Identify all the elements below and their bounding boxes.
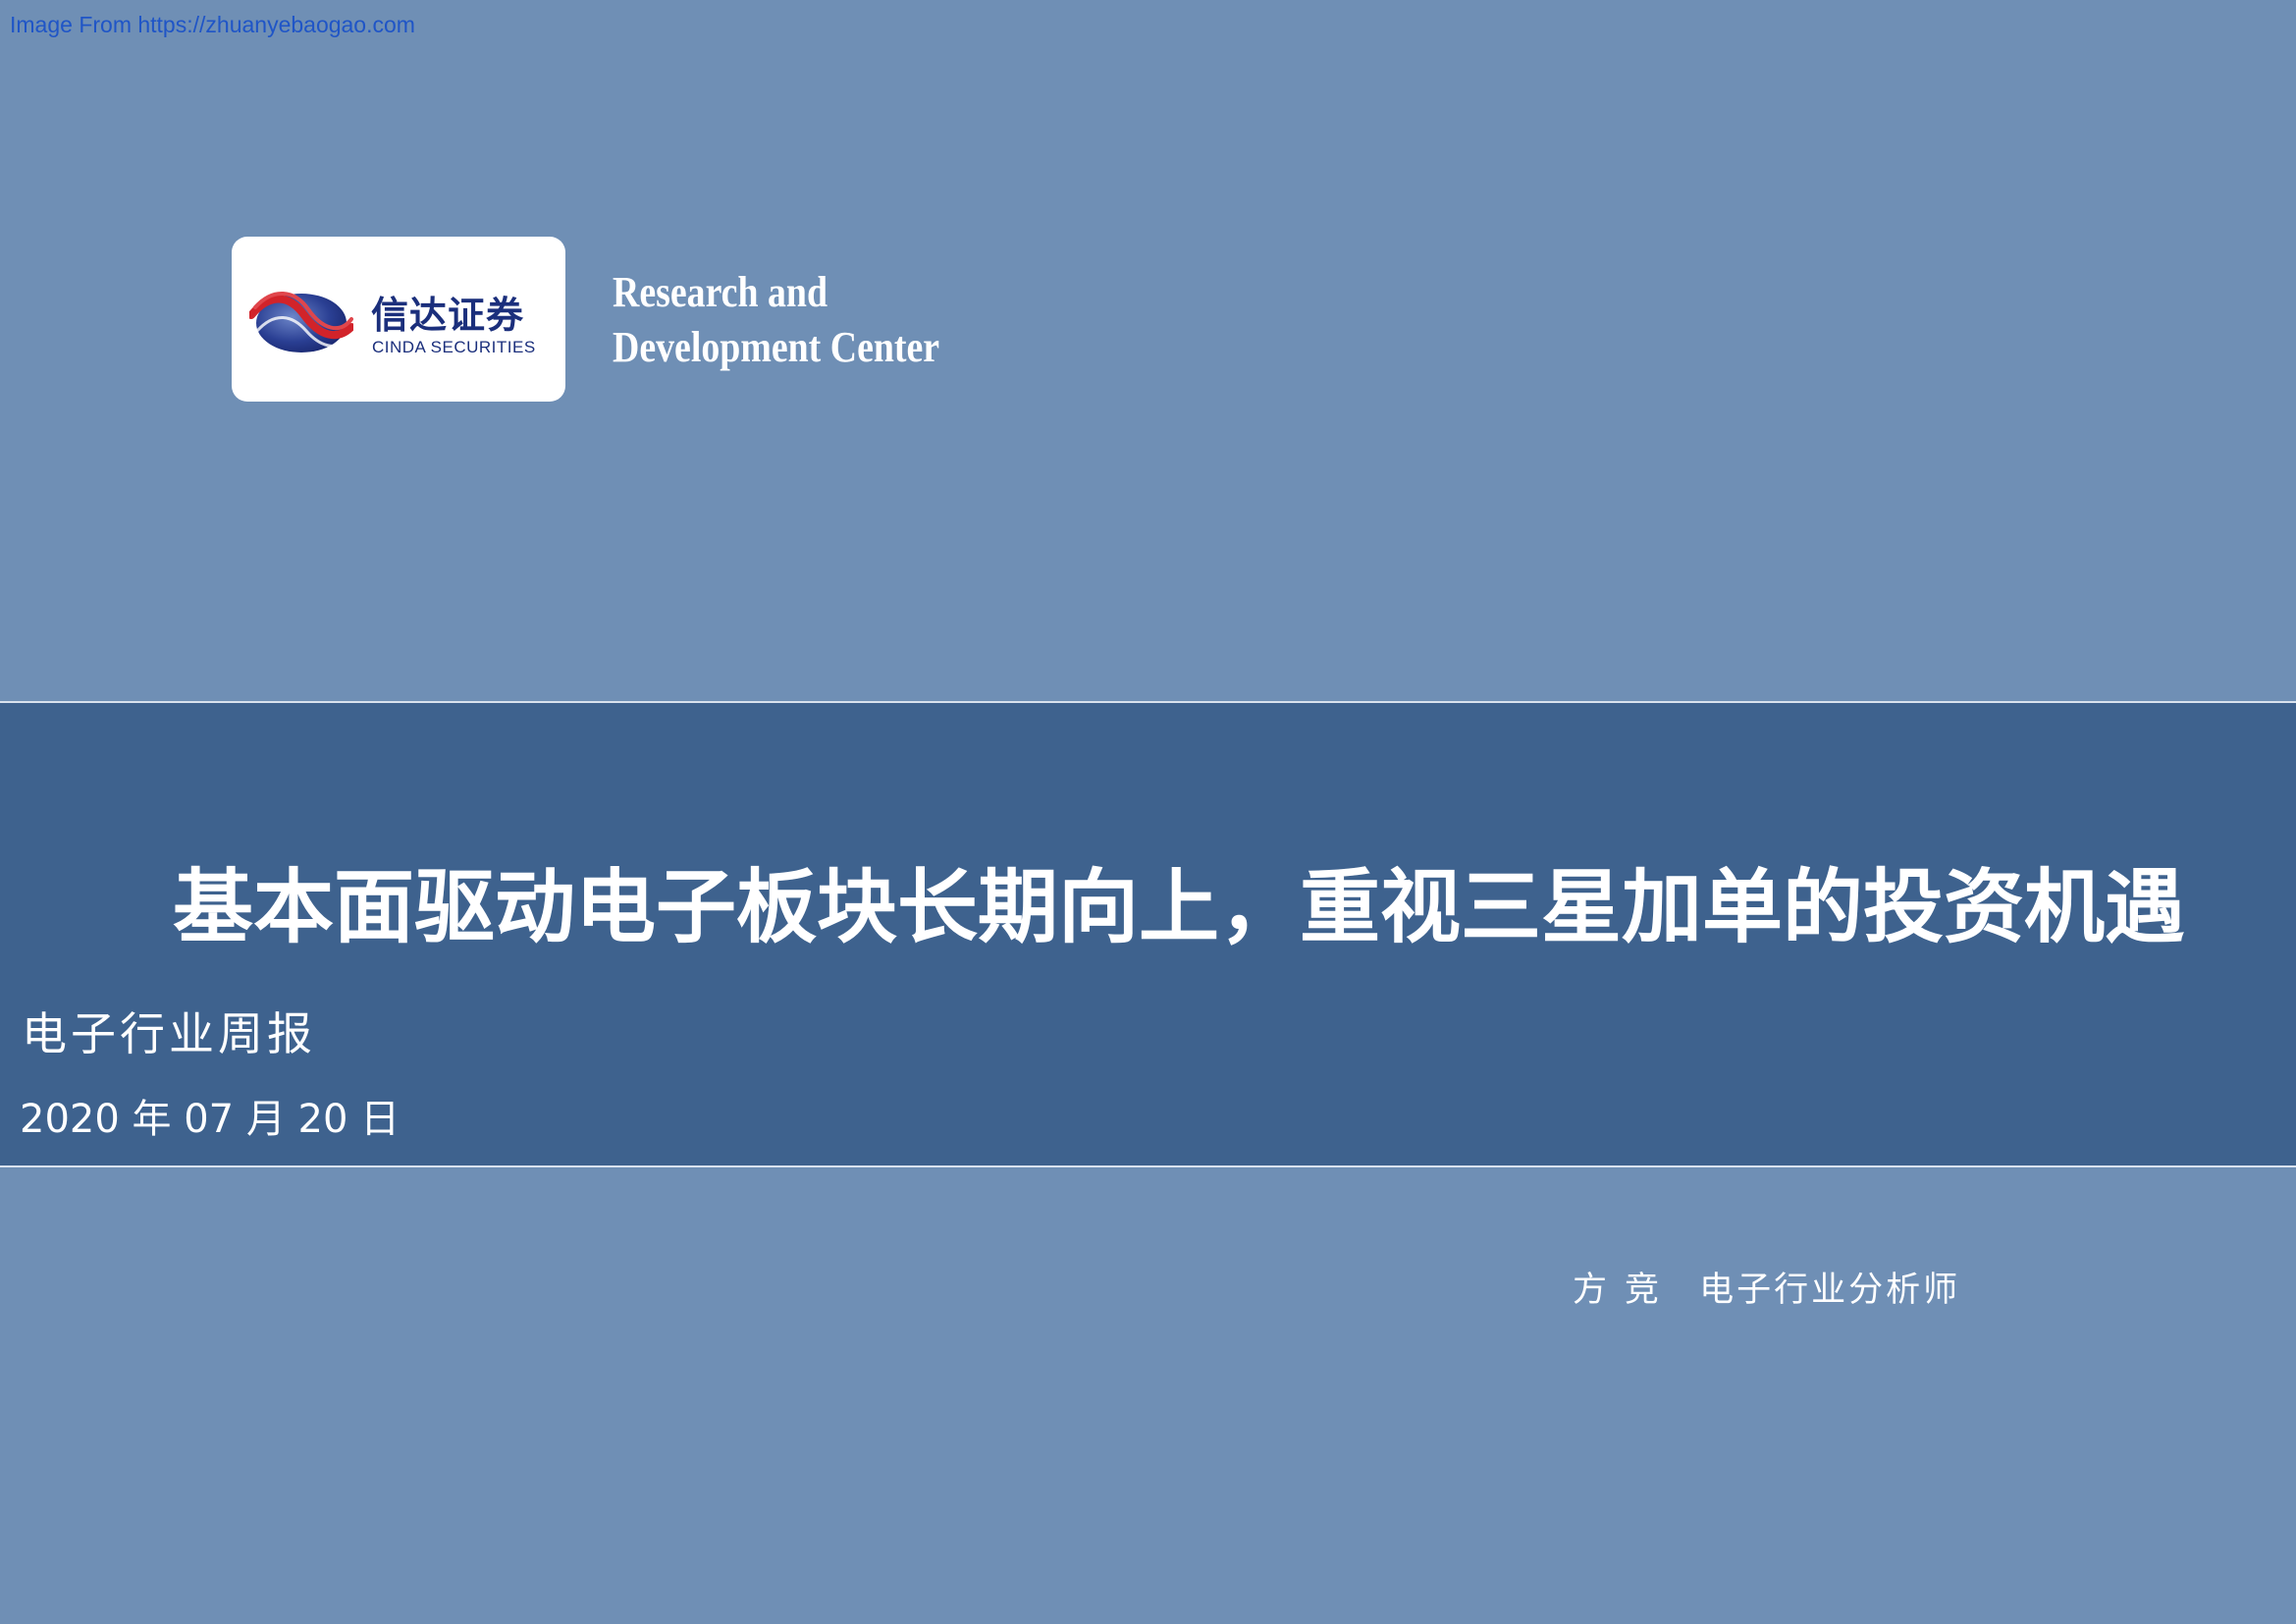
logo-name-cn: 信达证券 xyxy=(371,294,525,337)
research-center-line2: Development Center xyxy=(613,323,940,371)
research-center-label: Research and Development Center xyxy=(613,265,939,375)
report-date: 2020 年 07 月 20 日 xyxy=(20,1097,400,1142)
analyst-name: 方竞 xyxy=(1573,1271,1678,1310)
report-type: 电子行业周报 xyxy=(22,1007,316,1060)
research-center-line1: Research and xyxy=(613,268,828,316)
source-link[interactable]: Image From https://zhuanyebaogao.com xyxy=(10,10,415,39)
report-title: 基本面驱动电子板块长期向上，重视三星加单的投资机遇 xyxy=(173,861,2186,954)
analyst-info: 方竞 电子行业分析师 xyxy=(1573,1267,1960,1314)
company-logo: 信达证券 CINDA SECURITIES xyxy=(232,237,565,402)
logo-name-en: CINDA SECURITIES xyxy=(372,338,536,356)
analyst-title: 电子行业分析师 xyxy=(1699,1271,1961,1310)
cinda-logo-icon xyxy=(249,292,353,352)
